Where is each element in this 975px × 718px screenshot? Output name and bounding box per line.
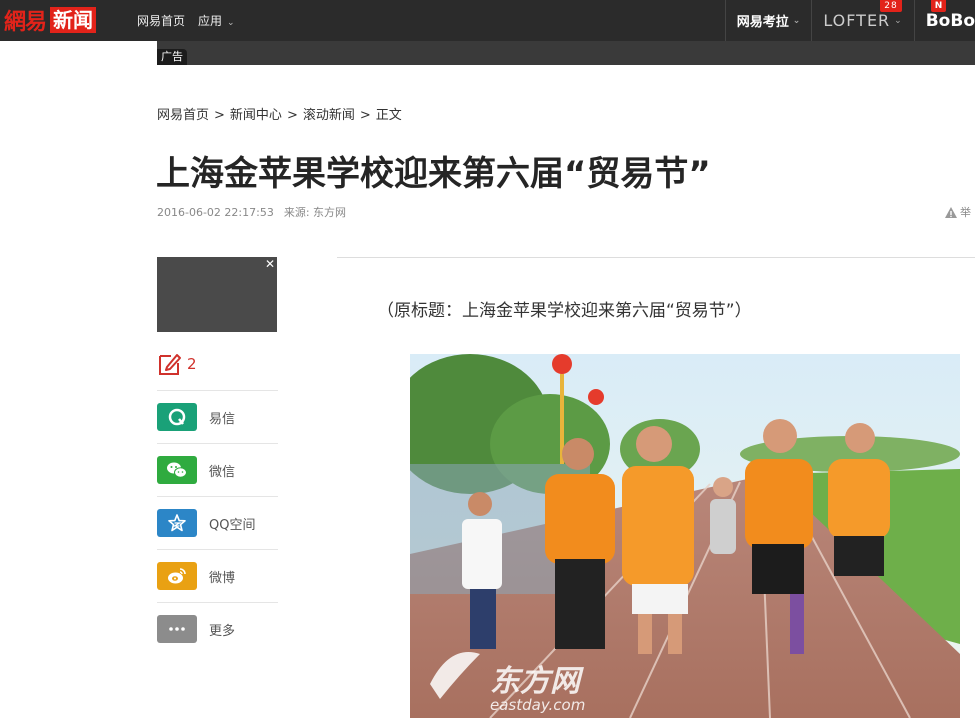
share-wechat[interactable]: 微信 [157,443,278,496]
share-weibo[interactable]: 微博 [157,549,278,602]
top-ad-banner[interactable]: 广告 [157,41,975,65]
bobo-label: BoBo [925,10,975,31]
comment-count: 2 [187,355,197,373]
share-more[interactable]: 更多 [157,602,278,655]
share-qzone[interactable]: QQ空间 [157,496,278,549]
chevron-down-icon: ⌄ [792,15,801,26]
lofter-label: LOFTER [823,11,891,30]
top-nav: 网易首页 应用 ⌄ [137,12,235,29]
article-meta: 2016-06-02 22:17:53 来源: 东方网 [157,204,346,220]
content-divider [337,257,975,258]
lofter-badge: 28 [880,0,902,12]
photo-watermark: 东方网 [490,664,584,699]
bobo-badge: N [930,0,947,12]
wechat-icon [157,456,197,484]
comment-count-button[interactable]: 2 [157,351,197,377]
netease-logo-text: 網易 [4,9,47,35]
share-qzone-label: QQ空间 [209,517,256,533]
site-logo[interactable]: 網易 新闻 [4,7,97,35]
share-yixin-label: 易信 [209,411,236,427]
kaola-label: 网易考拉 [736,15,789,30]
warning-icon [945,206,957,218]
photo-watermark-url: eastday.com [490,696,585,714]
share-wechat-label: 微信 [209,464,236,480]
nav-apps-menu[interactable]: 应用 ⌄ [198,12,235,29]
news-logo-text: 新闻 [50,7,97,33]
article-source[interactable]: 来源: 东方网 [284,206,346,219]
article-photo-image: 东方网 eastday.com [410,354,960,718]
sidebar-ad[interactable]: ✕ [157,257,277,332]
article-photo[interactable]: 东方网 eastday.com [410,354,960,718]
nav-home-link[interactable]: 网易首页 [137,12,185,29]
nav-apps-label: 应用 [198,14,223,28]
chevron-down-icon: ⌄ [894,15,903,26]
qzone-icon [157,509,197,537]
breadcrumb-current: 正文 [375,108,402,123]
top-navigation-bar: 網易 新闻 网易首页 应用 ⌄ 网易考拉 ⌄ 28 LOFTER ⌄ N BoBo [0,0,975,41]
breadcrumb-home[interactable]: 网易首页 [157,108,209,123]
close-icon[interactable]: ✕ [265,257,275,271]
lofter-link[interactable]: 28 LOFTER ⌄ [811,0,913,41]
share-more-label: 更多 [209,623,236,639]
breadcrumb-separator: > [214,108,225,123]
article-datetime: 2016-06-02 22:17:53 [157,206,274,219]
report-label: 举 [960,206,971,219]
weibo-icon [157,562,197,590]
share-weibo-label: 微博 [209,570,236,586]
share-yixin[interactable]: 易信 [157,390,278,443]
breadcrumb-separator: > [359,108,371,123]
breadcrumb-separator: > [286,108,298,123]
article-title: 上海金苹果学校迎来第六届“贸易节” [156,154,711,194]
bobo-link[interactable]: N BoBo [913,0,975,41]
yixin-icon [157,403,197,431]
breadcrumb-news-center[interactable]: 新闻中心 [230,108,282,123]
article-lead: （原标题：上海金苹果学校迎来第六届“贸易节”） [377,301,752,321]
breadcrumb: 网易首页 > 新闻中心 > 滚动新闻 > 正文 [157,104,402,123]
more-icon [157,615,197,643]
kaola-link[interactable]: 网易考拉 ⌄ [724,0,812,41]
breadcrumb-rolling-news[interactable]: 滚动新闻 [303,108,355,123]
report-button[interactable]: 举 [945,204,971,220]
top-right-links: 网易考拉 ⌄ 28 LOFTER ⌄ N BoBo [724,0,975,41]
share-list: 易信 微信 QQ空间 微博 更多 [157,390,278,655]
comment-edit-icon [159,354,181,375]
chevron-down-icon: ⌄ [227,18,235,28]
ad-label: 广告 [157,49,187,65]
